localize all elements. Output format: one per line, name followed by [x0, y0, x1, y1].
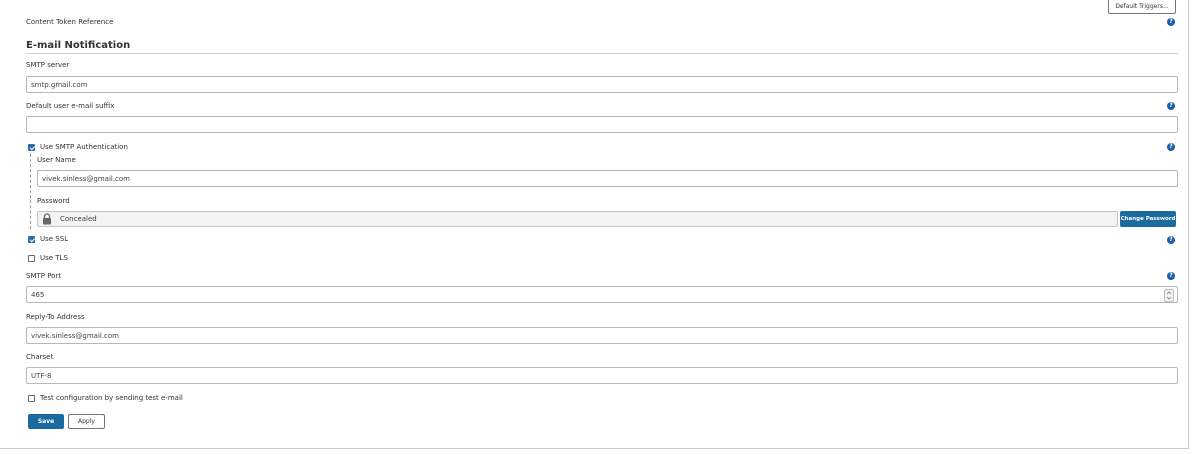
config-panel: Default Triggers... Content Token Refere…	[0, 0, 1189, 449]
section-divider	[26, 53, 1178, 54]
user-name-input[interactable]: vivek.sinless@gmail.com	[37, 170, 1178, 187]
apply-button[interactable]: Apply	[68, 414, 105, 429]
user-name-label: User Name	[37, 156, 76, 164]
password-field: Concealed	[37, 211, 1118, 227]
smtp-port-input[interactable]: 465	[26, 286, 1178, 303]
charset-input[interactable]: UTF-8	[26, 367, 1178, 384]
content-token-help-icon[interactable]: ?	[1167, 18, 1175, 26]
use-ssl-label: Use SSL	[40, 235, 69, 243]
use-ssl-checkbox[interactable]	[28, 236, 35, 243]
default-triggers-button[interactable]: Default Triggers...	[1108, 0, 1176, 14]
use-smtp-auth-label: Use SMTP Authentication	[40, 143, 128, 151]
save-button[interactable]: Save	[28, 414, 64, 429]
test-config-checkbox[interactable]	[28, 395, 35, 402]
smtp-port-label: SMTP Port	[26, 272, 62, 280]
use-smtp-auth-checkbox[interactable]	[28, 144, 35, 151]
lock-icon	[42, 213, 52, 225]
use-tls-label: Use TLS	[40, 254, 68, 262]
reply-to-label: Reply-To Address	[26, 313, 85, 321]
smtp-auth-help-icon[interactable]: ?	[1167, 143, 1175, 151]
section-title: E-mail Notification	[26, 40, 131, 51]
auth-nesting-line	[30, 154, 31, 229]
default-suffix-label: Default user e-mail suffix	[26, 102, 115, 110]
use-tls-checkbox[interactable]	[28, 255, 35, 262]
charset-label: Charset	[26, 353, 54, 361]
password-concealed-text: Concealed	[60, 215, 97, 223]
smtp-server-input[interactable]: smtp.gmail.com	[26, 76, 1178, 93]
use-ssl-help-icon[interactable]: ?	[1167, 236, 1175, 244]
smtp-server-label: SMTP server	[26, 61, 70, 69]
change-password-button[interactable]: Change Password	[1120, 211, 1176, 227]
default-suffix-help-icon[interactable]: ?	[1167, 102, 1175, 110]
jenkins-config-page: Default Triggers... Content Token Refere…	[0, 0, 1196, 454]
smtp-port-spinner[interactable]	[1164, 289, 1174, 302]
smtp-port-value: 465	[31, 290, 45, 299]
password-label: Password	[37, 197, 70, 205]
default-suffix-input[interactable]	[26, 116, 1178, 133]
smtp-port-help-icon[interactable]: ?	[1167, 272, 1175, 280]
reply-to-input[interactable]: vivek.sinless@gmail.com	[26, 327, 1178, 344]
content-token-reference-label: Content Token Reference	[26, 18, 114, 26]
test-config-label: Test configuration by sending test e-mai…	[40, 394, 183, 402]
